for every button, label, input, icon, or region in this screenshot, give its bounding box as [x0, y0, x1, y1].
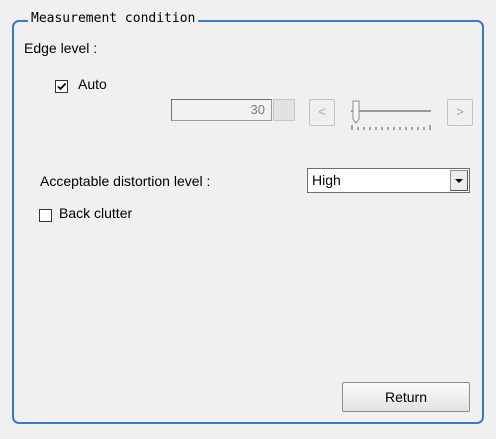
checkmark-icon [57, 82, 67, 91]
distortion-level-select[interactable]: High [307, 168, 470, 193]
slider-ticks [351, 125, 431, 130]
return-button[interactable]: Return [342, 382, 470, 412]
edge-level-spin-button[interactable] [273, 99, 295, 121]
slider-thumb[interactable] [352, 100, 360, 124]
back-clutter-checkbox[interactable] [39, 209, 52, 222]
auto-label: Auto [78, 76, 107, 92]
edge-level-value-field[interactable]: 30 [171, 99, 272, 121]
auto-checkbox[interactable] [55, 80, 68, 93]
distortion-label: Acceptable distortion level : [40, 173, 211, 189]
increase-button[interactable]: > [447, 99, 473, 126]
edge-level-slider[interactable] [340, 98, 440, 138]
decrease-button[interactable]: < [309, 99, 335, 126]
distortion-level-value: High [312, 172, 341, 188]
back-clutter-label: Back clutter [59, 205, 133, 221]
edge-level-label: Edge level : [24, 40, 98, 56]
group-title: Measurement condition [28, 11, 199, 26]
chevron-down-icon [455, 179, 463, 183]
dropdown-button[interactable] [450, 170, 468, 191]
